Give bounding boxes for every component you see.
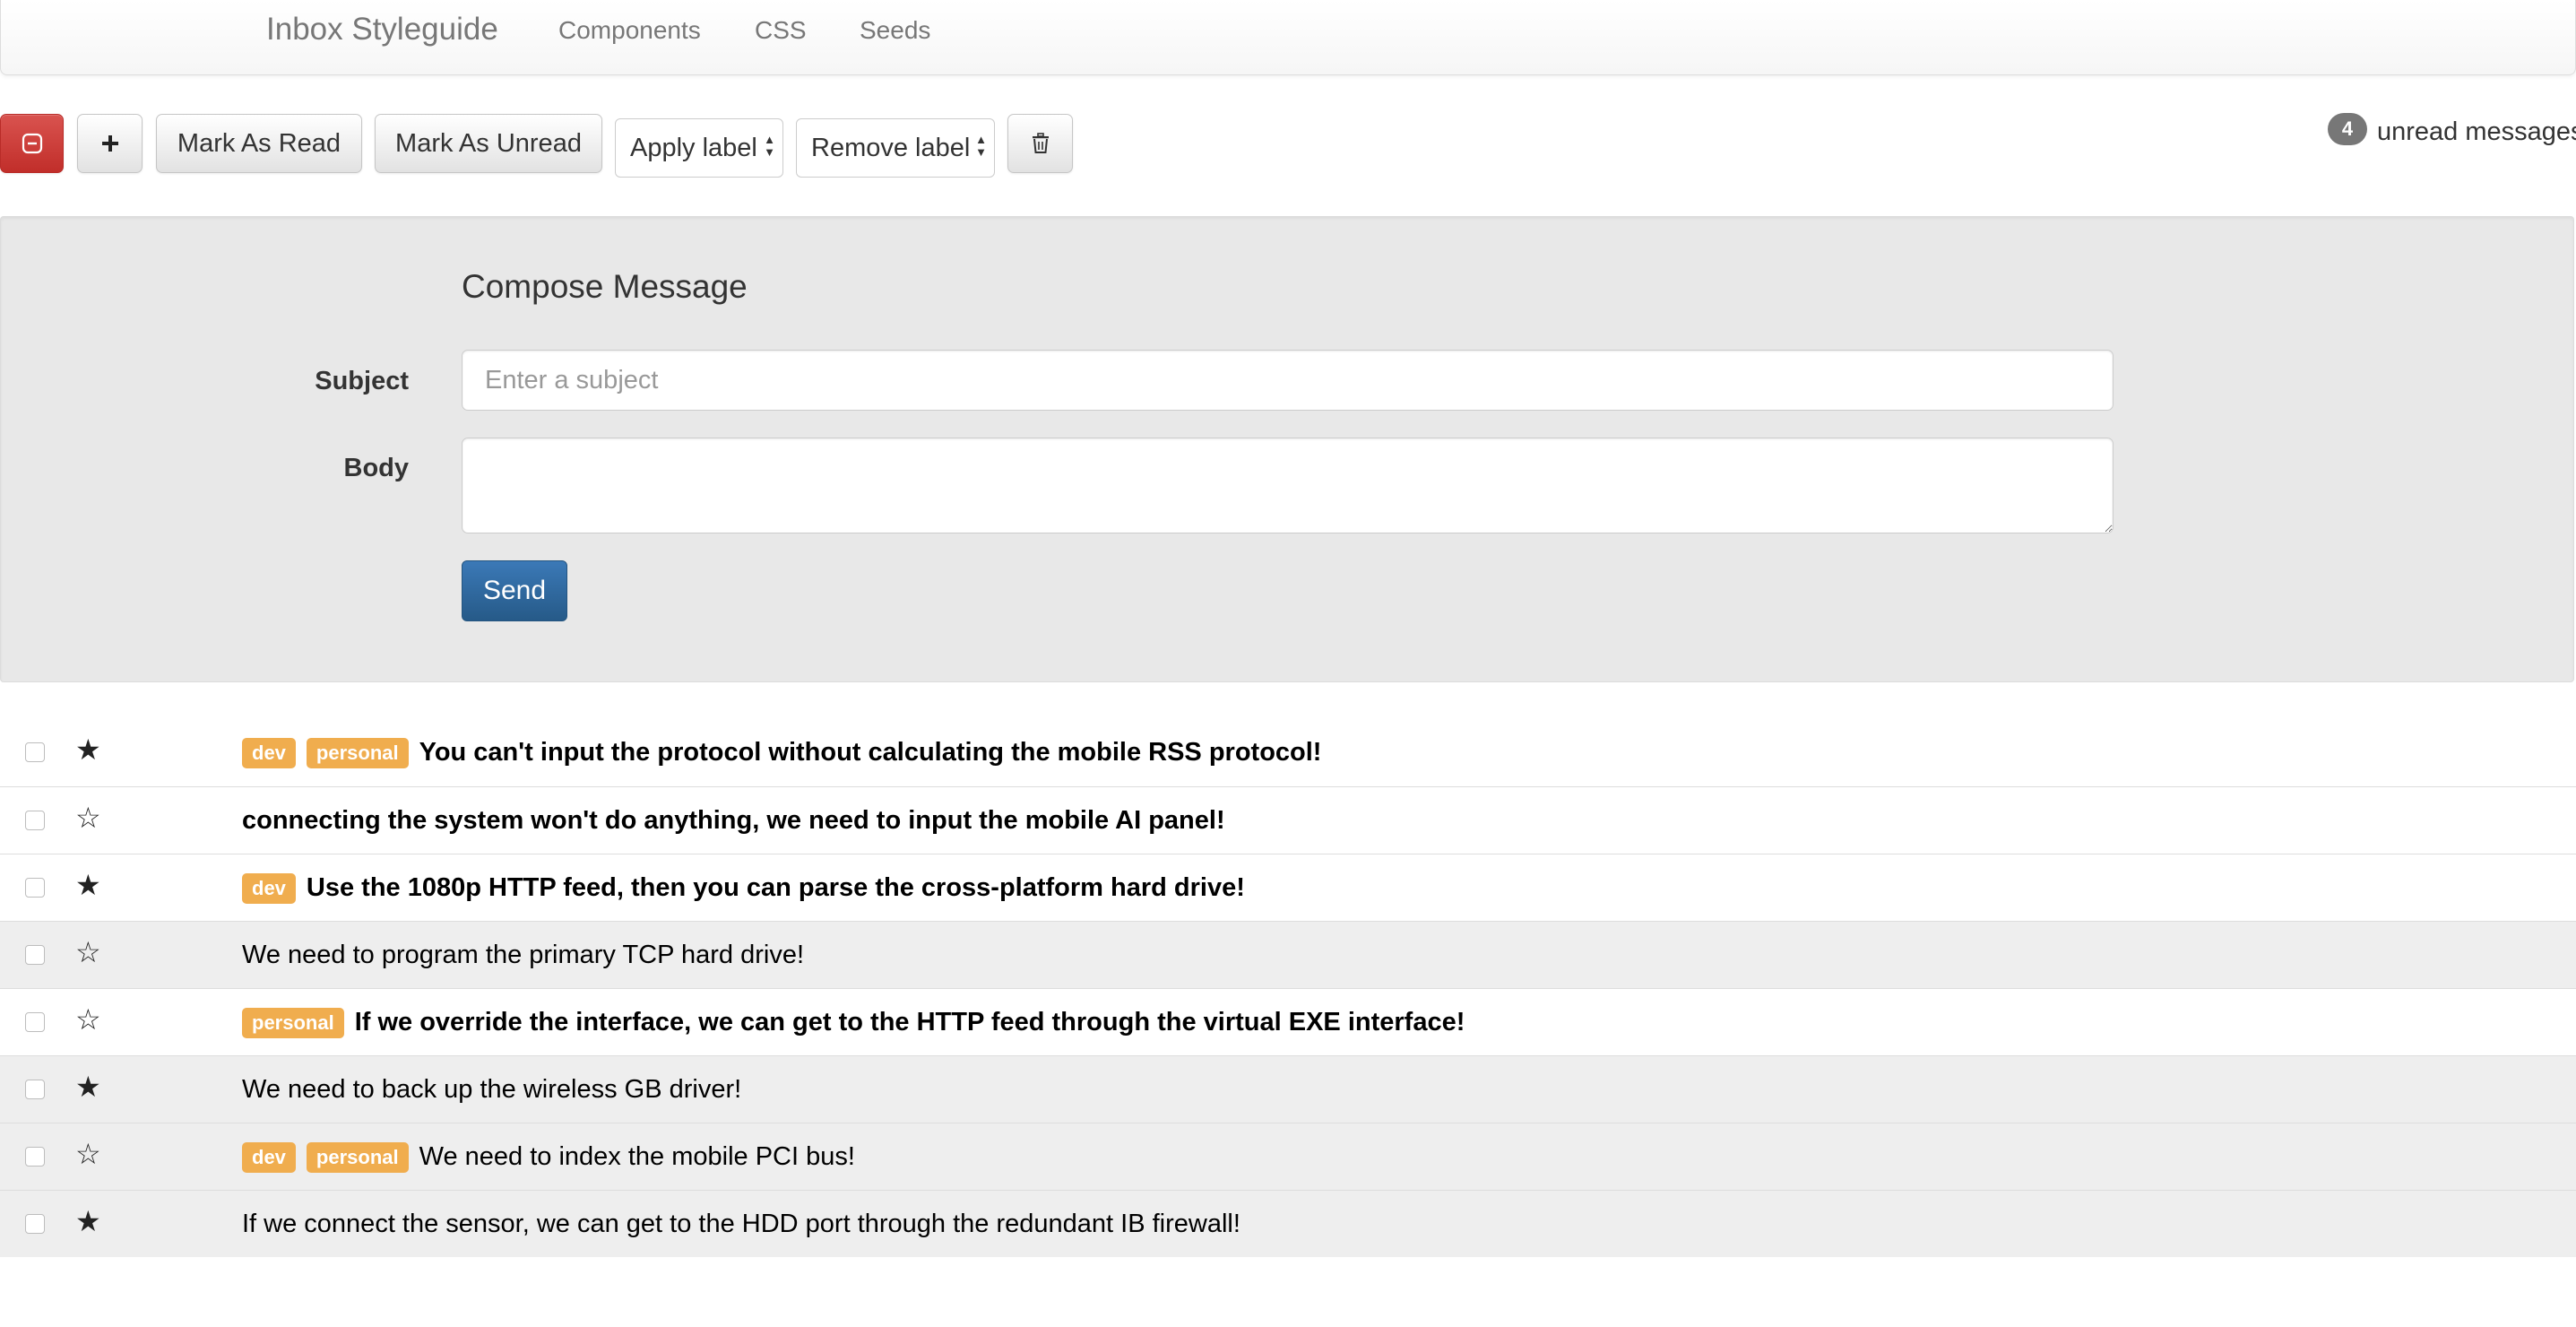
star-filled-icon[interactable]: ★ [75, 1071, 104, 1103]
minus-square-icon [22, 133, 42, 154]
label-badge: personal [306, 737, 409, 768]
message-subject-link[interactable]: If we override the interface, we can get… [355, 1008, 1465, 1037]
compose-toggle-button[interactable] [77, 114, 143, 173]
trash-icon [1032, 133, 1049, 153]
message-row[interactable]: ★ dev Use the 1080p HTTP feed, then you ca… [0, 854, 2576, 921]
message-subject-link[interactable]: connecting the system won't do anything,… [242, 806, 1225, 836]
select-arrows-icon: ▲ ▼ [975, 133, 987, 159]
nav-seeds-link[interactable]: Seeds [860, 14, 930, 47]
star-outline-icon[interactable]: ☆ [75, 1138, 104, 1170]
star-outline-icon[interactable]: ☆ [75, 936, 104, 968]
star-outline-icon[interactable]: ☆ [75, 1003, 104, 1036]
compose-form: Compose Message Subject Body Send [0, 216, 2574, 682]
message-checkbox[interactable] [25, 1147, 45, 1167]
message-row[interactable]: ☆ connecting the system won't do anything… [0, 786, 2576, 854]
message-checkbox[interactable] [25, 742, 45, 762]
remove-label-select[interactable]: Remove label ▲ ▼ [796, 118, 995, 178]
subject-input[interactable] [462, 350, 2114, 411]
message-subject-link[interactable]: We need to back up the wireless GB drive… [242, 1075, 741, 1105]
navbar: Inbox Styleguide Components CSS Seeds [0, 0, 2576, 75]
label-badge: personal [306, 1141, 409, 1173]
select-arrows-icon: ▲ ▼ [764, 133, 775, 159]
delete-button[interactable] [1007, 114, 1073, 173]
message-subject-link[interactable]: You can't input the protocol without cal… [419, 738, 1322, 768]
apply-label-select[interactable]: Apply label ▲ ▼ [615, 118, 783, 178]
message-content: connecting the system won't do anything,… [242, 787, 1225, 854]
message-content: If we connect the sensor, we can get to … [242, 1191, 1240, 1258]
message-checkbox[interactable] [25, 811, 45, 830]
message-subject-link[interactable]: We need to program the primary TCP hard … [242, 941, 804, 970]
message-content: We need to back up the wireless GB drive… [242, 1056, 741, 1123]
plus-icon [101, 135, 118, 152]
body-textarea[interactable] [462, 438, 2114, 533]
label-badge: dev [242, 1141, 296, 1173]
remove-label-value: Remove label [811, 133, 971, 162]
message-content: dev personal We need to index the mobile P… [242, 1123, 855, 1191]
nav-components-link[interactable]: Components [558, 14, 701, 47]
label-badge: personal [242, 1007, 344, 1038]
subject-label: Subject [315, 367, 409, 395]
message-checkbox[interactable] [25, 1080, 45, 1099]
message-content: dev personal You can't input the protocol … [242, 719, 1321, 786]
message-row[interactable]: ★ dev personal You can't input the protocol… [0, 719, 2576, 786]
mark-as-unread-button[interactable]: Mark As Unread [375, 114, 602, 173]
star-filled-icon[interactable]: ★ [75, 1205, 104, 1237]
brand-link[interactable]: Inbox Styleguide [266, 9, 498, 50]
message-content: We need to program the primary TCP hard … [242, 922, 804, 989]
compose-title: Compose Message [462, 268, 748, 305]
message-row[interactable]: ★ If we connect the sensor, we can get to… [0, 1190, 2576, 1257]
message-subject-link[interactable]: We need to index the mobile PCI bus! [419, 1142, 855, 1172]
mark-as-read-button[interactable]: Mark As Read [156, 114, 362, 173]
message-list: ★ dev personal You can't input the protocol… [0, 719, 2576, 1257]
message-content: dev Use the 1080p HTTP feed, then you can… [242, 854, 1245, 922]
label-badge: dev [242, 737, 296, 768]
apply-label-value: Apply label [630, 133, 757, 162]
message-checkbox[interactable] [25, 878, 45, 898]
message-subject-link[interactable]: If we connect the sensor, we can get to … [242, 1210, 1240, 1239]
select-all-button[interactable] [0, 114, 64, 173]
body-label: Body [343, 454, 410, 482]
message-checkbox[interactable] [25, 945, 45, 965]
nav-css-link[interactable]: CSS [755, 14, 807, 47]
star-outline-icon[interactable]: ☆ [75, 802, 104, 834]
message-row[interactable]: ☆ dev personal We need to index the mobile … [0, 1123, 2576, 1190]
message-subject-link[interactable]: Use the 1080p HTTP feed, then you can pa… [307, 873, 1245, 903]
message-row[interactable]: ☆ personal If we override the interface, w… [0, 988, 2576, 1055]
message-checkbox[interactable] [25, 1214, 45, 1234]
message-checkbox[interactable] [25, 1012, 45, 1032]
message-content: personal If we override the interface, we… [242, 989, 1465, 1056]
unread-count-badge: 4 [2328, 113, 2367, 145]
send-button[interactable]: Send [462, 560, 567, 621]
message-row[interactable]: ★ We need to back up the wireless GB driv… [0, 1055, 2576, 1123]
message-row[interactable]: ☆ We need to program the primary TCP hard… [0, 921, 2576, 988]
label-badge: dev [242, 872, 296, 904]
star-filled-icon[interactable]: ★ [75, 869, 104, 901]
star-filled-icon[interactable]: ★ [75, 733, 104, 766]
unread-messages-text: unread messages [2377, 117, 2576, 146]
